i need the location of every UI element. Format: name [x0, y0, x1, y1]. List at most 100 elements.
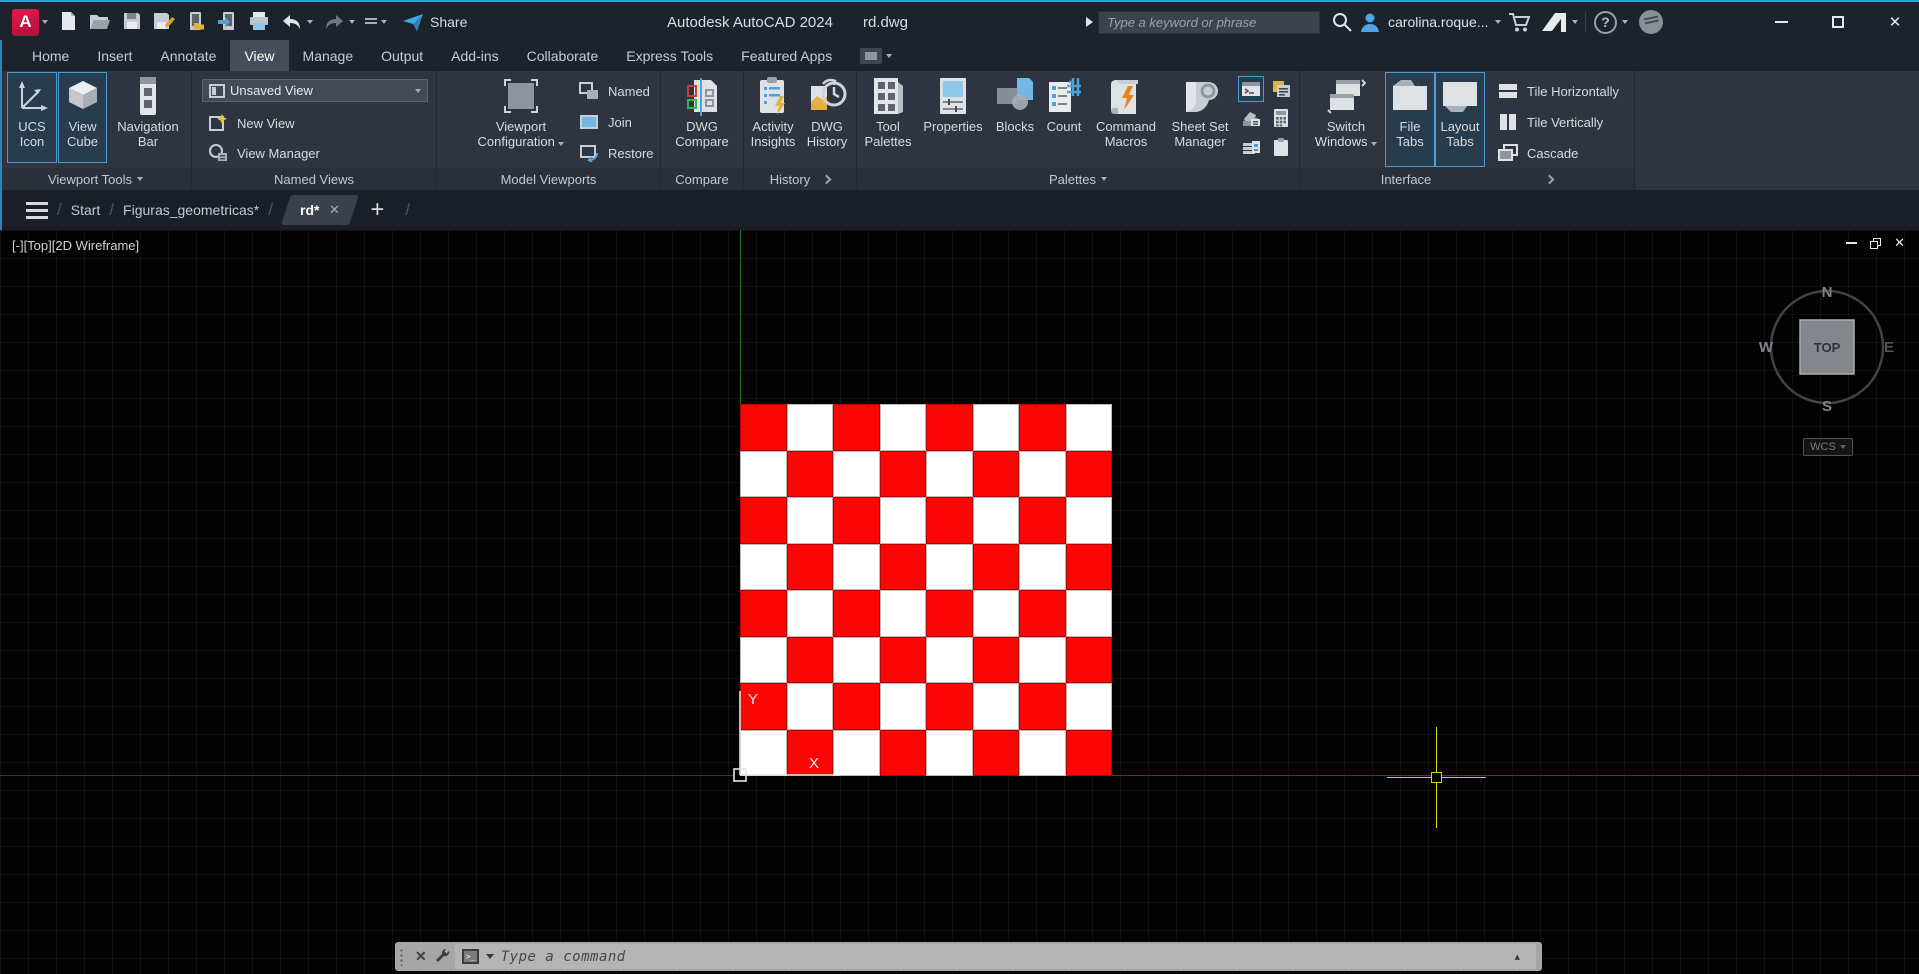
viewport-close-icon[interactable]: ✕ [1894, 235, 1905, 251]
quick-calc-button[interactable] [1269, 106, 1293, 130]
panel-label-compare[interactable]: Compare [661, 168, 743, 190]
new-view-button[interactable]: New View [206, 111, 295, 135]
tab-manage[interactable]: Manage [289, 40, 368, 71]
command-customize-button[interactable] [434, 947, 451, 967]
command-macros-button[interactable]: Command Macros [1089, 73, 1163, 166]
switch-windows-button[interactable]: Switch Windows [1314, 73, 1378, 166]
blocks-button[interactable]: Blocks [990, 73, 1040, 166]
viewport-restore-icon[interactable] [1870, 238, 1881, 249]
view-cube-button[interactable]: View Cube [59, 73, 106, 162]
panel-label-viewport-tools[interactable]: Viewport Tools [0, 168, 191, 190]
command-bar-grip[interactable] [395, 942, 408, 971]
viewport-minimize-control[interactable]: [-] [12, 238, 24, 253]
layout-tabs-button[interactable]: Layout Tabs [1436, 73, 1484, 166]
activity-insights-button[interactable]: Activity Insights [746, 73, 800, 166]
panel-launcher-icon[interactable] [1545, 174, 1555, 184]
properties-button[interactable]: Properties [919, 73, 987, 166]
tile-vertically-button[interactable]: Tile Vertically [1496, 110, 1603, 134]
file-tab-start[interactable]: Start [71, 202, 101, 218]
viewport-view-control[interactable]: [Top] [24, 238, 52, 253]
panel-label-named-views[interactable]: Named Views [192, 168, 436, 190]
viewport-minimize-icon[interactable] [1846, 242, 1857, 244]
tab-home[interactable]: Home [18, 40, 83, 71]
panel-label-palettes[interactable]: Palettes [857, 168, 1299, 190]
board-cell [880, 497, 927, 544]
file-tab-menu-button[interactable] [26, 202, 48, 219]
ribbon-display-options-button[interactable] [860, 40, 892, 71]
view-list-combo[interactable]: Unsaved View [202, 79, 428, 102]
tab-add-ins[interactable]: Add-ins [437, 40, 512, 71]
search-input[interactable]: Type a keyword or phrase [1098, 11, 1320, 34]
tile-horizontally-button[interactable]: Tile Horizontally [1496, 79, 1619, 103]
tab-collaborate[interactable]: Collaborate [513, 40, 613, 71]
reference-notes-button[interactable] [1269, 77, 1293, 101]
named-viewports-button[interactable]: Named [577, 79, 650, 103]
wcs-menu-button[interactable]: WCS [1803, 438, 1853, 456]
new-drawing-tab-button[interactable]: + [370, 196, 384, 224]
file-tab-rd-active[interactable]: rd* ✕ [281, 195, 359, 225]
join-viewports-button[interactable]: Join [577, 110, 632, 134]
autodesk-account-button[interactable] [1541, 2, 1578, 42]
redo-button[interactable] [322, 12, 355, 32]
save-to-web-mobile-button[interactable] [216, 10, 238, 35]
panel-launcher-icon[interactable] [822, 174, 832, 184]
viewport-configuration-button[interactable]: Viewport Configuration [475, 73, 567, 166]
open-file-button[interactable] [88, 10, 112, 35]
new-file-button[interactable] [57, 10, 79, 35]
customize-qat-button[interactable] [364, 16, 387, 28]
ucs-icon-button[interactable]: UCS Icon [8, 73, 56, 162]
cascade-button[interactable]: Cascade [1496, 141, 1578, 165]
tool-palettes-button[interactable]: Tool Palettes [862, 73, 914, 166]
cart-button[interactable] [1507, 2, 1531, 42]
restore-viewport-button[interactable]: Restore [577, 141, 654, 165]
markup-import-button[interactable] [1239, 106, 1263, 130]
account-menu[interactable]: carolina.roque... [1359, 2, 1501, 42]
view-manager-button[interactable]: View Manager [206, 141, 320, 165]
tab-output[interactable]: Output [367, 40, 437, 71]
app-menu-button[interactable]: A [12, 9, 48, 36]
help-button[interactable]: ? [1594, 2, 1628, 42]
feedback-button[interactable] [1639, 2, 1663, 42]
drawing-area[interactable]: [-][Top][2D Wireframe] ✕ Y X N W [0, 230, 1919, 974]
board-cell [833, 590, 880, 637]
panel-label-interface[interactable]: Interface [1300, 168, 1634, 190]
command-line-button[interactable] [1239, 77, 1263, 101]
file-tabs-button[interactable]: File Tabs [1386, 73, 1434, 166]
save-button[interactable] [121, 10, 143, 35]
share-button[interactable]: Share [402, 12, 467, 32]
window-maximize-button[interactable] [1816, 2, 1860, 42]
tab-insert[interactable]: Insert [83, 40, 146, 71]
dwg-history-button[interactable]: DWG History [801, 73, 853, 166]
tab-view[interactable]: View [230, 40, 288, 71]
wrench-icon [434, 947, 451, 964]
recent-commands-icon[interactable] [486, 954, 494, 959]
command-close-icon[interactable]: ✕ [408, 948, 434, 965]
window-minimize-button[interactable] [1759, 2, 1803, 42]
viewcube[interactable]: N W S E TOP [1755, 275, 1905, 425]
search-button[interactable] [1331, 2, 1353, 42]
tab-annotate[interactable]: Annotate [146, 40, 230, 71]
navigation-bar-button[interactable]: Navigation Bar [108, 73, 188, 162]
close-tab-icon[interactable]: ✕ [329, 202, 340, 218]
count-button[interactable]: Count [1043, 73, 1085, 166]
open-from-web-mobile-button[interactable] [185, 10, 207, 35]
board-cell [880, 404, 927, 451]
command-line-bar[interactable]: ✕ >_ Type a command ▴ [395, 942, 1542, 971]
panel-label-history[interactable]: History [744, 168, 856, 190]
search-expand-arrow[interactable] [1085, 2, 1093, 42]
plot-button[interactable] [247, 10, 271, 35]
sheet-set-manager-button[interactable]: Sheet Set Manager [1165, 73, 1235, 166]
save-as-button[interactable] [152, 10, 176, 35]
window-close-button[interactable]: ✕ [1873, 2, 1917, 42]
command-history-toggle-icon[interactable]: ▴ [1514, 950, 1529, 963]
dwg-compare-button[interactable]: DWG Compare [671, 73, 733, 166]
undo-button[interactable] [280, 12, 313, 32]
tab-featured-apps[interactable]: Featured Apps [727, 40, 846, 71]
viewport-visual-style-control[interactable]: [2D Wireframe] [52, 238, 139, 253]
file-tab-figuras-geometricas[interactable]: Figuras_geometricas* [123, 202, 259, 218]
tab-express-tools[interactable]: Express Tools [612, 40, 727, 71]
clipboard-button[interactable] [1269, 135, 1293, 159]
panel-label-model-viewports[interactable]: Model Viewports [437, 168, 660, 190]
command-input[interactable]: >_ Type a command ▴ [455, 944, 1536, 969]
plotter-manager-button[interactable] [1239, 135, 1263, 159]
